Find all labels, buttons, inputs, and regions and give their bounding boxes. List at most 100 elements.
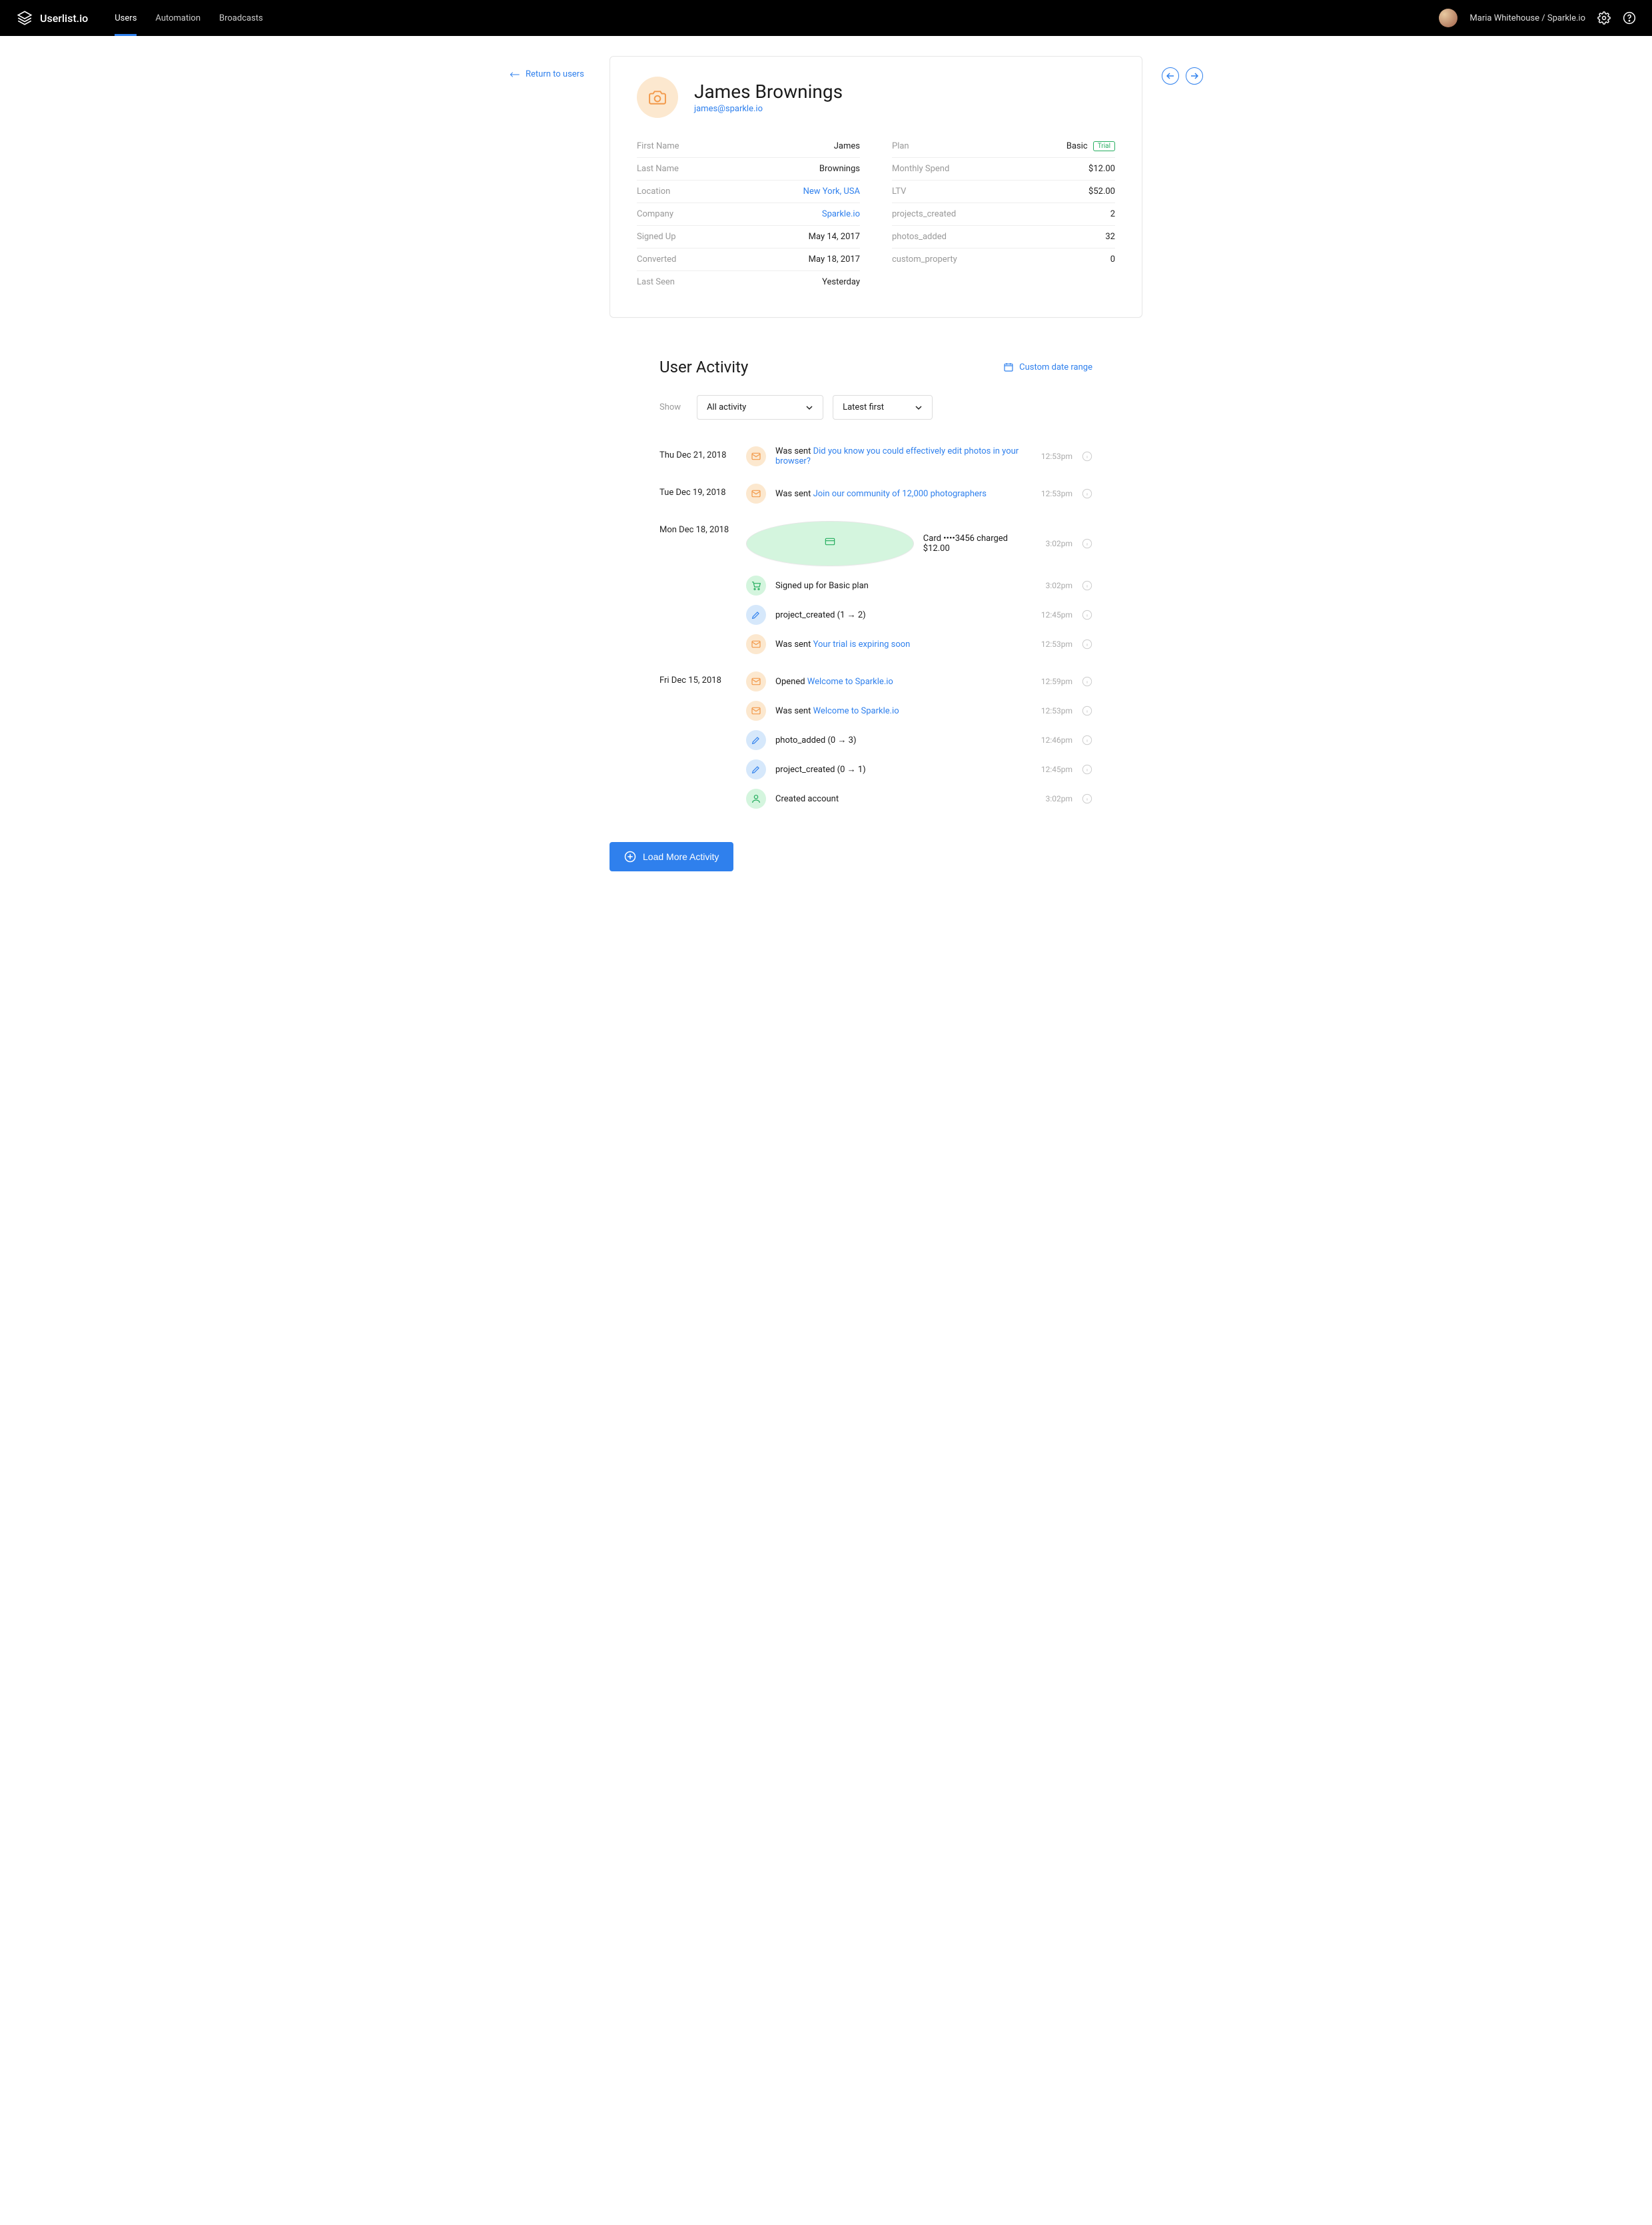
detail-converted: ConvertedMay 18, 2017	[637, 248, 860, 271]
load-more-button[interactable]: Load More Activity	[610, 842, 733, 871]
event-text: Was sent Welcome to Sparkle.io	[775, 706, 1032, 716]
return-to-users-link[interactable]: Return to users	[510, 69, 584, 79]
load-more-label: Load More Activity	[643, 851, 719, 862]
event-link[interactable]: Welcome to Sparkle.io	[807, 677, 893, 687]
info-icon[interactable]	[1082, 705, 1092, 716]
mail-icon	[746, 671, 766, 691]
select-value: Latest first	[843, 402, 884, 412]
arrow-right-icon	[1190, 72, 1198, 80]
activity-order-select[interactable]: Latest first	[833, 395, 933, 420]
event-text: Signed up for Basic plan	[775, 581, 1036, 591]
select-value: All activity	[707, 402, 746, 412]
activity-event: Opened Welcome to Sparkle.io12:59pm	[746, 671, 1092, 691]
show-label: Show	[659, 402, 681, 412]
info-icon[interactable]	[1082, 764, 1092, 775]
detail-location: LocationNew York, USA	[637, 181, 860, 203]
event-link[interactable]: Join our community of 12,000 photographe…	[813, 489, 987, 499]
arrow-left-icon	[510, 71, 520, 79]
nav-automation[interactable]: Automation	[155, 0, 201, 36]
activity-event: Was sent Join our community of 12,000 ph…	[746, 484, 1092, 504]
chevron-down-icon	[915, 404, 923, 412]
logo[interactable]: Userlist.io	[16, 9, 88, 27]
info-icon[interactable]	[1082, 676, 1092, 687]
event-time: 12:53pm	[1041, 452, 1072, 461]
app-name: Userlist.io	[40, 12, 88, 25]
card-icon	[746, 521, 914, 566]
activity-day-label: Mon Dec 18, 2018	[659, 521, 746, 654]
info-icon[interactable]	[1082, 735, 1092, 745]
stack-icon	[16, 9, 33, 27]
mail-icon	[746, 634, 766, 654]
activity-day-group: Mon Dec 18, 2018Card ••••3456 charged $1…	[659, 521, 1092, 654]
nav-users[interactable]: Users	[115, 0, 137, 36]
detail-custom-property: custom_property0	[892, 248, 1115, 270]
activity-event: photo_added (0 → 3)12:46pm	[746, 730, 1092, 750]
info-icon[interactable]	[1082, 488, 1092, 499]
event-text: Was sent Did you know you could effectiv…	[775, 446, 1032, 466]
event-text: project_created (1 → 2)	[775, 610, 1032, 620]
nav-broadcasts[interactable]: Broadcasts	[219, 0, 263, 36]
user-avatar[interactable]	[1439, 9, 1457, 27]
activity-day-group: Fri Dec 15, 2018Opened Welcome to Sparkl…	[659, 671, 1092, 809]
event-time: 3:02pm	[1046, 539, 1072, 548]
detail-signed-up: Signed UpMay 14, 2017	[637, 226, 860, 248]
event-text: Created account	[775, 794, 1036, 804]
user-icon	[746, 789, 766, 809]
main-nav: Users Automation Broadcasts	[115, 0, 263, 36]
event-link[interactable]: Welcome to Sparkle.io	[813, 706, 899, 716]
detail-company: CompanySparkle.io	[637, 203, 860, 226]
edit-icon	[746, 730, 766, 750]
activity-day-label: Tue Dec 19, 2018	[659, 484, 746, 504]
arrow-left-icon	[1166, 72, 1174, 80]
info-icon[interactable]	[1082, 580, 1092, 591]
detail-monthly-spend: Monthly Spend$12.00	[892, 158, 1115, 181]
date-range-label: Custom date range	[1019, 362, 1092, 372]
next-user-button[interactable]	[1186, 67, 1203, 85]
detail-last-name: Last NameBrownings	[637, 158, 860, 181]
user-email-link[interactable]: james@sparkle.io	[694, 104, 843, 114]
activity-title: User Activity	[659, 358, 748, 376]
event-text: project_created (0 → 1)	[775, 764, 1032, 775]
user-profile-card: James Brownings james@sparkle.io First N…	[610, 56, 1142, 318]
prev-user-button[interactable]	[1162, 67, 1179, 85]
event-text: Card ••••3456 charged $12.00	[923, 534, 1036, 554]
detail-last-seen: Last SeenYesterday	[637, 271, 860, 293]
help-icon[interactable]	[1623, 11, 1636, 25]
trial-badge: Trial	[1093, 141, 1115, 151]
detail-first-name: First NameJames	[637, 135, 860, 158]
account-name[interactable]: Maria Whitehouse / Sparkle.io	[1469, 13, 1585, 23]
activity-event: project_created (0 → 1) 12:45pm	[746, 759, 1092, 779]
activity-type-select[interactable]: All activity	[697, 395, 823, 420]
event-time: 12:53pm	[1041, 640, 1072, 649]
info-icon[interactable]	[1082, 639, 1092, 650]
info-icon[interactable]	[1082, 793, 1092, 804]
activity-day-group: Thu Dec 21, 2018 Was sent Did you know yo…	[659, 446, 1092, 466]
activity-event: Card ••••3456 charged $12.00 3:02pm	[746, 521, 1092, 566]
info-icon[interactable]	[1082, 538, 1092, 549]
activity-event: Signed up for Basic plan3:02pm	[746, 576, 1092, 596]
calendar-icon	[1003, 362, 1014, 372]
details-right-column: PlanBasicTrial Monthly Spend$12.00 LTV$5…	[892, 135, 1115, 293]
event-time: 12:53pm	[1041, 489, 1072, 498]
activity-day-label: Thu Dec 21, 2018	[659, 446, 746, 466]
details-left-column: First NameJames Last NameBrownings Locat…	[637, 135, 860, 293]
custom-date-range-link[interactable]: Custom date range	[1003, 362, 1092, 372]
event-time: 12:59pm	[1041, 677, 1072, 686]
camera-icon	[637, 77, 678, 118]
gear-icon[interactable]	[1597, 11, 1611, 25]
user-full-name: James Brownings	[694, 81, 843, 103]
event-time: 3:02pm	[1046, 794, 1072, 803]
info-icon[interactable]	[1082, 451, 1092, 462]
activity-event: Was sent Did you know you could effectiv…	[746, 446, 1092, 466]
event-link[interactable]: Your trial is expiring soon	[813, 640, 911, 650]
event-time: 12:45pm	[1041, 765, 1072, 774]
topbar: Userlist.io Users Automation Broadcasts …	[0, 0, 1652, 36]
event-time: 12:53pm	[1041, 706, 1072, 715]
event-time: 12:46pm	[1041, 735, 1072, 745]
event-time: 12:45pm	[1041, 610, 1072, 620]
event-text: Was sent Join our community of 12,000 ph…	[775, 489, 1032, 499]
activity-event: Created account 3:02pm	[746, 789, 1092, 809]
activity-event: Was sent Your trial is expiring soon12:5…	[746, 634, 1092, 654]
info-icon[interactable]	[1082, 610, 1092, 620]
chevron-down-icon	[805, 404, 813, 412]
